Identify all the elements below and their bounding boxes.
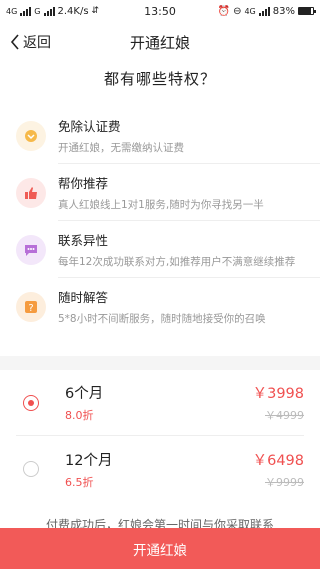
feature-title: 联系异性 bbox=[58, 232, 109, 248]
plan-discount: 6.5折 bbox=[65, 475, 94, 489]
question-icon: ? bbox=[16, 291, 46, 322]
plan-price: ￥6498 ￥9999 bbox=[253, 449, 304, 490]
nav-bar: 返回 开通红娘 bbox=[0, 22, 320, 62]
alarm-icon: ⏰ bbox=[217, 5, 231, 17]
subscribe-button[interactable]: 开通红娘 bbox=[0, 528, 320, 569]
feature-title: 随时解答 bbox=[58, 290, 109, 305]
plan-duration: 6个月 bbox=[65, 386, 104, 402]
battery-percent: 83% bbox=[272, 5, 295, 17]
chevron-left-icon bbox=[10, 34, 19, 50]
feature-item: 帮你推荐 真人红娘线上1对1服务,随时为你寻找另一半 bbox=[16, 164, 320, 221]
network-label-1: 4G bbox=[6, 6, 18, 16]
plan-info: 12个月 6.5折 bbox=[65, 449, 253, 490]
dnd-icon: ⊖ bbox=[233, 5, 242, 17]
feature-item: 免除认证费 开通红娘，无需缴纳认证费 bbox=[16, 107, 320, 164]
feature-item: ? 随时解答 5*8小时不间断服务，随时随地接受你的召唤 bbox=[16, 278, 320, 335]
back-label: 返回 bbox=[23, 35, 51, 51]
plan-original-price: ￥9999 bbox=[265, 475, 304, 489]
plan-discount: 8.0折 bbox=[65, 409, 94, 422]
radio-unselected-icon[interactable] bbox=[23, 461, 39, 477]
plan-price: ￥3998 ￥4999 bbox=[253, 382, 304, 423]
signal-icon-2 bbox=[43, 6, 55, 16]
feature-desc: 5*8小时不间断服务，随时随地接受你的召唤 bbox=[58, 313, 266, 325]
status-left: 4G G 2.4K/s ⇵ bbox=[6, 6, 99, 17]
privileges-heading: 都有哪些特权？ bbox=[103, 70, 216, 88]
feature-title: 免除认证费 bbox=[58, 118, 121, 134]
back-button[interactable]: 返回 bbox=[0, 32, 51, 52]
feature-desc: 每年12次成功联系对方,如推荐用户不满意继续推荐 bbox=[58, 255, 296, 268]
network-speed: 2.4K/s bbox=[57, 5, 89, 17]
plan-current-price: ￥6498 bbox=[252, 452, 304, 469]
plan-current-price: ￥3998 bbox=[252, 386, 304, 402]
status-bar: 4G G 2.4K/s ⇵ 13:50 ⏰ ⊖ 4G 83% bbox=[0, 0, 320, 22]
thumbs-up-icon bbox=[16, 177, 46, 208]
feature-text: 帮你推荐 真人红娘线上1对1服务,随时为你寻找另一半 bbox=[58, 164, 320, 221]
feature-item: 联系异性 每年12次成功联系对方,如推荐用户不满意继续推荐 bbox=[16, 221, 320, 278]
feature-desc: 真人红娘线上1对1服务,随时为你寻找另一半 bbox=[58, 198, 264, 211]
plan-option[interactable]: 12个月 6.5折 ￥6498 ￥9999 bbox=[16, 436, 304, 502]
feature-desc: 开通红娘，无需缴纳认证费 bbox=[58, 141, 184, 154]
plan-list: 6个月 8.0折 ￥3998 ￥4999 12个月 6.5折 ￥6498 ￥99… bbox=[0, 370, 320, 502]
plan-option[interactable]: 6个月 8.0折 ￥3998 ￥4999 bbox=[16, 370, 304, 436]
plan-original-price: ￥4999 bbox=[265, 409, 304, 422]
plan-info: 6个月 8.0折 bbox=[65, 382, 253, 423]
network-label-2: G bbox=[34, 6, 41, 16]
badge-icon bbox=[16, 120, 46, 151]
signal-icon-3 bbox=[258, 6, 270, 16]
feature-text: 联系异性 每年12次成功联系对方,如推荐用户不满意继续推荐 bbox=[58, 221, 320, 278]
usb-icon: ⇵ bbox=[91, 6, 100, 16]
feature-list: 免除认证费 开通红娘，无需缴纳认证费 帮你推荐 真人红娘线上1对1服务,随时为你… bbox=[0, 107, 320, 335]
signal-icon bbox=[20, 6, 32, 16]
battery-icon bbox=[298, 7, 316, 15]
radio-selected-icon[interactable] bbox=[23, 394, 39, 411]
plan-duration: 12个月 bbox=[65, 452, 113, 469]
network-label-3: 4G bbox=[244, 6, 256, 16]
status-right: ⏰ ⊖ 4G 83% bbox=[217, 5, 316, 17]
feature-text: 随时解答 5*8小时不间断服务，随时随地接受你的召唤 bbox=[58, 278, 320, 335]
section-divider bbox=[0, 356, 320, 370]
feature-title: 帮你推荐 bbox=[58, 175, 109, 191]
feature-text: 免除认证费 开通红娘，无需缴纳认证费 bbox=[58, 107, 320, 164]
svg-text:?: ? bbox=[28, 303, 33, 314]
chat-icon bbox=[16, 234, 46, 265]
